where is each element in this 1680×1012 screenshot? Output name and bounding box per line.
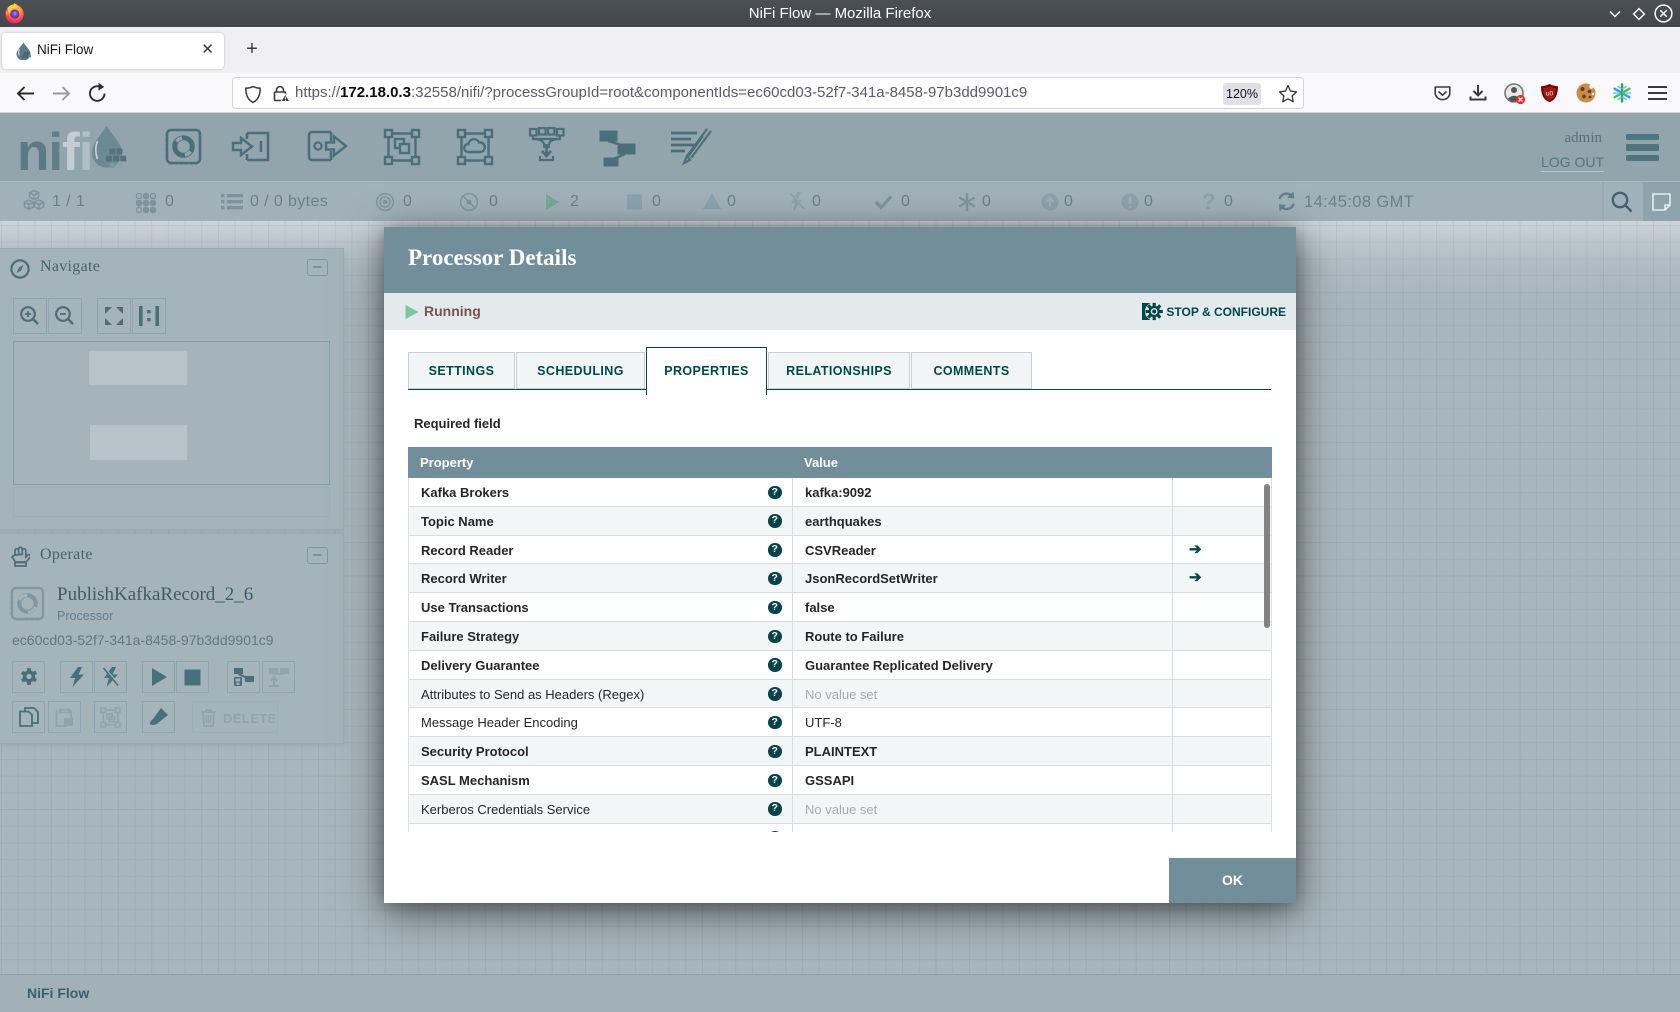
svg-text:?: ? — [1202, 189, 1215, 214]
svg-text:u0: u0 — [1546, 91, 1554, 98]
